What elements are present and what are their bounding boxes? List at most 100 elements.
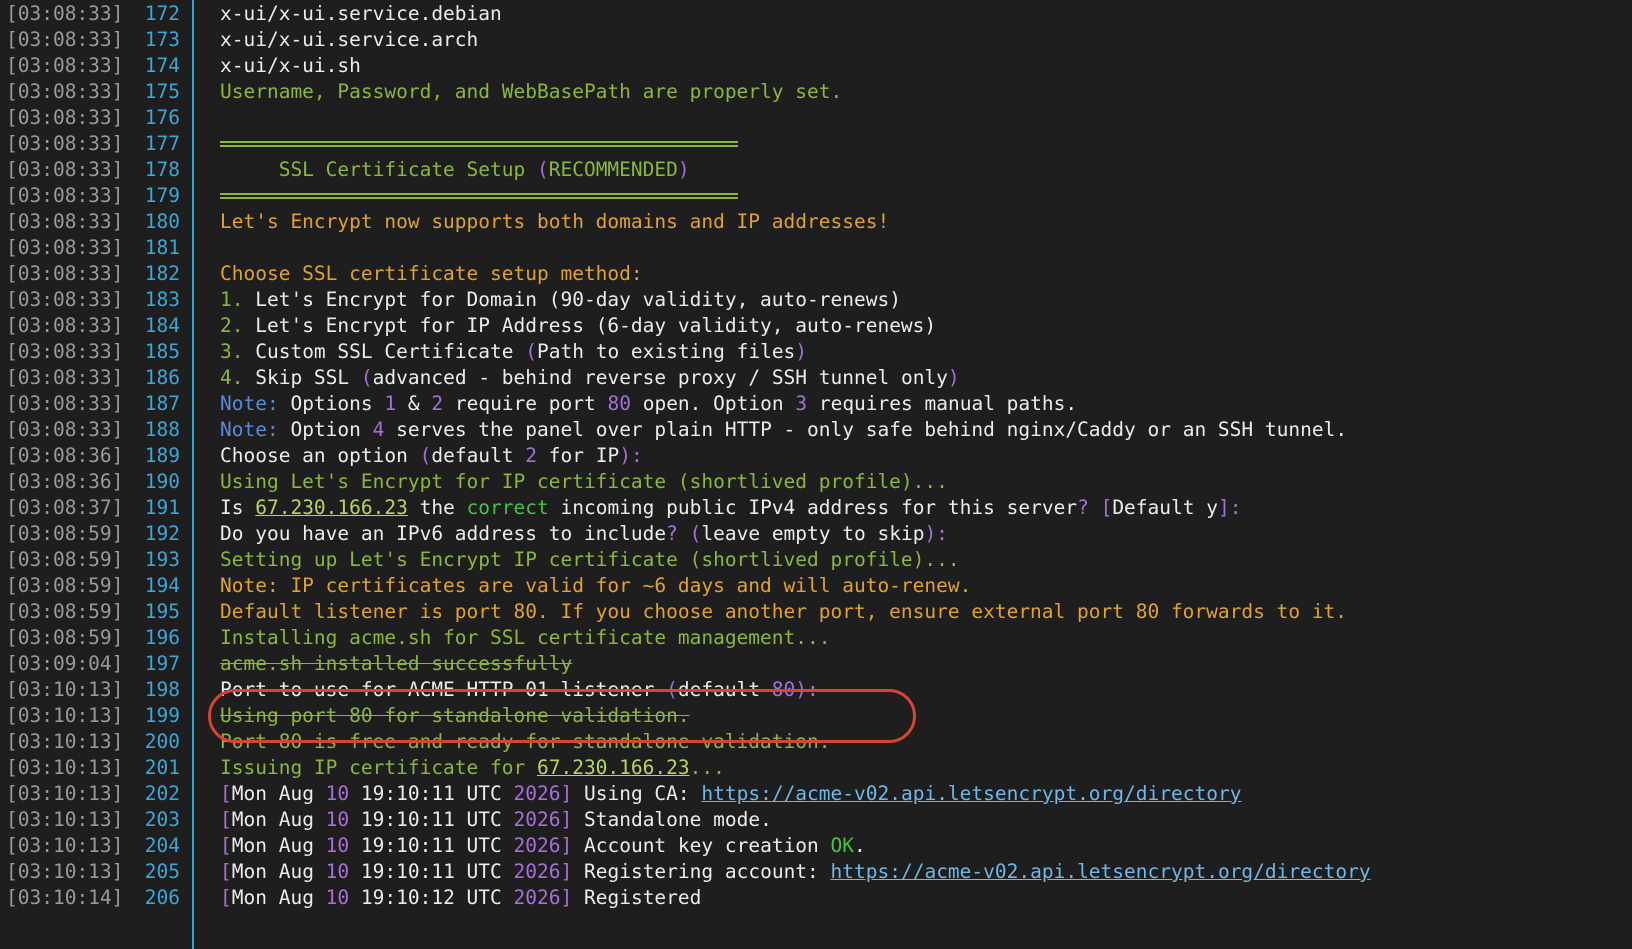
text-segment: serves the panel over plain HTTP - only … <box>384 418 1348 441</box>
text-segment: [ <box>220 886 232 909</box>
log-timestamp: [03:10:13] <box>6 730 124 753</box>
log-text: Installing acme.sh for SSL certificate m… <box>220 625 830 651</box>
log-text: [Mon Aug 10 19:10:11 UTC 2026] Using CA:… <box>220 781 1241 807</box>
text-segment: 19:10:11 UTC <box>349 782 514 805</box>
log-timestamp: [03:10:13] <box>6 834 124 857</box>
text-segment: 2 <box>431 392 444 415</box>
text-segment: Custom SSL Certificate <box>255 340 526 363</box>
text-segment: ( <box>536 158 549 181</box>
log-line: [03:10:13] 201 Issuing IP certificate for … <box>0 755 1632 781</box>
line-number: 182 <box>144 262 180 285</box>
line-number: 197 <box>144 652 180 675</box>
line-number: 201 <box>144 756 180 779</box>
text-segment: Registered <box>572 886 702 909</box>
line-number: 177 <box>144 132 180 155</box>
text-segment: 2026 <box>513 834 561 857</box>
log-text: x-ui/x-ui.sh <box>220 53 361 79</box>
log-line: [03:08:36] 189 Choose an option (default 2… <box>0 443 1632 469</box>
text-segment: OK <box>830 834 855 857</box>
text-segment: 10 <box>325 860 350 883</box>
text-segment: Mon Aug <box>231 834 326 857</box>
text-segment: ( <box>419 444 432 467</box>
text-segment: open. Option <box>630 392 796 415</box>
log-timestamp: [03:08:33] <box>6 80 124 103</box>
line-number: 206 <box>144 886 180 909</box>
log-text: Note: Options 1 & 2 require port 80 open… <box>220 391 1077 417</box>
text-segment: 10 <box>325 886 350 909</box>
log-timestamp: [03:08:33] <box>6 418 124 441</box>
line-number: 181 <box>144 236 180 259</box>
text-segment: requires manual paths. <box>807 392 1078 415</box>
log-text: Note: Option 4 serves the panel over pla… <box>220 417 1347 443</box>
text-segment: Let's Encrypt now supports both domains … <box>220 210 890 233</box>
line-number: 188 <box>144 418 180 441</box>
text-segment: require port <box>443 392 608 415</box>
url-link[interactable]: https://acme-v02.api.letsencrypt.org/dir… <box>701 782 1241 805</box>
log-timestamp: [03:08:33] <box>6 2 124 25</box>
text-segment: Note: <box>220 392 291 415</box>
log-timestamp: [03:10:13] <box>6 704 124 727</box>
text-segment: 19:10:12 UTC <box>349 886 514 909</box>
line-number: 180 <box>144 210 180 233</box>
log-line: [03:08:33] 180 Let's Encrypt now supports … <box>0 209 1632 235</box>
log-line: [03:08:59] 195 Default listener is port 80… <box>0 599 1632 625</box>
text-segment: Account key creation <box>572 834 831 857</box>
text-segment: Let's Encrypt for Domain (90-day validit… <box>255 288 901 311</box>
ip-address-link[interactable]: 67.230.166.23 <box>537 756 690 779</box>
log-text: Issuing IP certificate for 67.230.166.23… <box>220 755 725 781</box>
line-number: 199 <box>144 704 180 727</box>
text-segment: Mon Aug <box>231 860 326 883</box>
line-number: 192 <box>144 522 180 545</box>
text-segment: & <box>396 392 432 415</box>
text-segment: 2 <box>525 444 538 467</box>
log-line: [03:08:37] 191 Is 67.230.166.23 the correc… <box>0 495 1632 521</box>
text-segment <box>678 522 690 545</box>
text-segment: 1 <box>384 392 397 415</box>
url-link[interactable]: https://acme-v02.api.letsencrypt.org/dir… <box>831 860 1371 883</box>
log-timestamp: [03:08:33] <box>6 28 124 51</box>
log-text: Setting up Let's Encrypt IP certificate … <box>220 547 960 573</box>
log-line: [03:08:33] 175 Username, Password, and Web… <box>0 79 1632 105</box>
text-segment: 19:10:11 UTC <box>349 834 514 857</box>
log-line: [03:10:13] 202 [Mon Aug 10 19:10:11 UTC 20… <box>0 781 1632 807</box>
log-line: [03:08:33] 177 <box>0 131 1632 157</box>
text-segment: Is <box>220 496 256 519</box>
line-number: 186 <box>144 366 180 389</box>
text-segment: x-ui/x-ui.sh <box>220 54 361 77</box>
log-line: [03:10:14] 206 [Mon Aug 10 19:10:12 UTC 20… <box>0 885 1632 911</box>
ip-address-link[interactable]: 67.230.166.23 <box>255 496 408 519</box>
line-number: 191 <box>144 496 180 519</box>
text-segment: [ <box>220 808 232 831</box>
log-timestamp: [03:10:14] <box>6 886 124 909</box>
log-line: [03:08:33] 183 1. Let's Encrypt for Domain… <box>0 287 1632 313</box>
text-segment: 2. <box>220 314 256 337</box>
log-timestamp: [03:09:04] <box>6 652 124 675</box>
log-text: 3. Custom SSL Certificate (Path to exist… <box>220 339 807 365</box>
text-segment: ): <box>619 444 643 467</box>
text-segment: Options <box>290 392 385 415</box>
terminal-log[interactable]: [03:08:33] 172 x-ui/x-ui.service.debian [03… <box>0 0 1632 949</box>
text-segment: Default listener is port 80. If you choo… <box>220 600 1348 623</box>
text-segment: acme.sh installed successfully <box>220 652 573 675</box>
log-line: [03:08:59] 194 Note: IP certificates are v… <box>0 573 1632 599</box>
log-text: [Mon Aug 10 19:10:11 UTC 2026] Account k… <box>220 833 866 859</box>
log-text: 4. Skip SSL (advanced - behind reverse p… <box>220 365 960 391</box>
line-number: 172 <box>144 2 180 25</box>
text-segment: Note: IP certificates are valid for ~6 d… <box>220 574 972 597</box>
log-timestamp: [03:08:33] <box>6 106 124 129</box>
text-segment: 19:10:11 UTC <box>349 808 514 831</box>
log-line: [03:08:33] 179 <box>0 183 1632 209</box>
text-segment: Mon Aug <box>231 808 326 831</box>
log-line: [03:10:13] 203 [Mon Aug 10 19:10:11 UTC 20… <box>0 807 1632 833</box>
log-line: [03:08:59] 193 Setting up Let's Encrypt IP… <box>0 547 1632 573</box>
log-timestamp: [03:08:36] <box>6 470 124 493</box>
text-segment: Standalone mode. <box>572 808 772 831</box>
log-line: [03:09:04] 197 acme.sh installed successfu… <box>0 651 1632 677</box>
log-line: [03:08:33] 172 x-ui/x-ui.service.debian <box>0 1 1632 27</box>
text-segment: Note: <box>220 418 291 441</box>
log-timestamp: [03:10:13] <box>6 782 124 805</box>
log-timestamp: [03:10:13] <box>6 808 124 831</box>
log-line: [03:08:33] 184 2. Let's Encrypt for IP Add… <box>0 313 1632 339</box>
text-segment: 10 <box>325 808 350 831</box>
text-segment: Skip SSL <box>255 366 361 389</box>
